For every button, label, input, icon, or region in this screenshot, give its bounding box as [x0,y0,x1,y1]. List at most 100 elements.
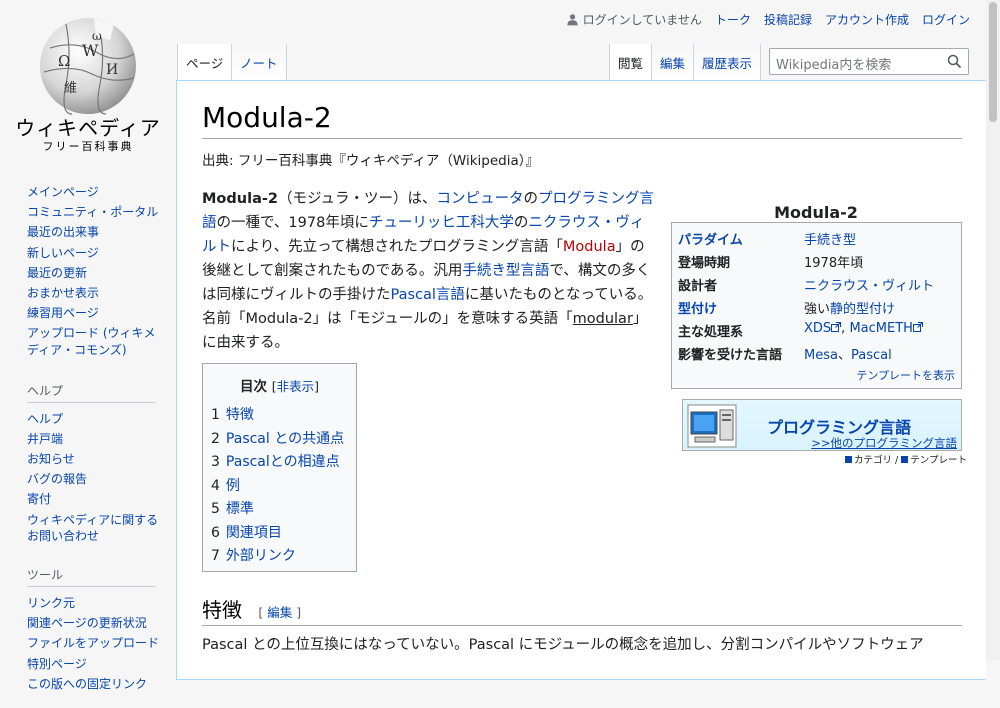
section-paragraph: Pascal との上位互換にはなっていない。Pascal にモジュールの概念を追… [202,637,924,653]
toc-item[interactable]: 2 Pascal との共通点 [211,428,356,452]
toc-item-number: 2 [211,430,220,447]
sidebar-item-village-pump[interactable]: 井戸端 [27,431,167,447]
tab-edit[interactable]: 編集 [651,44,695,80]
tab-history[interactable]: 履歴表示 [693,44,762,80]
lead-paragraph: Modula-2（モジュラ・ツー）は、コンピュータのプログラミング言語の一種で、… [202,187,657,355]
sidebar-item-random-page[interactable]: おまかせ表示 [27,285,167,301]
sidebar-item-help[interactable]: ヘルプ [27,411,167,427]
toc-item-label[interactable]: 外部リンク [226,548,296,564]
sidebar-item-current-events[interactable]: 最近の出来事 [27,224,167,240]
link-static-typing[interactable]: 静的型付け [830,302,895,317]
sidebar-item-upload-file[interactable]: ファイルをアップロード [27,635,167,651]
infobox-label-typing[interactable]: 型付け [678,298,717,317]
toc-item[interactable]: 1 特徴 [211,404,356,428]
link-mesa[interactable]: Mesa [804,348,838,363]
infobox-value-designer[interactable]: ニクラウス・ヴィルト [804,275,934,294]
toc-item-label[interactable]: Pascalとの相違点 [226,454,340,470]
toc-item-number: 3 [211,454,220,470]
sidebar-item-main-page[interactable]: メインページ [27,184,167,200]
puzzle-globe-icon: Ω W И 維 ω [40,18,136,115]
link-procedural-language[interactable]: 手続き型言語 [462,263,549,279]
link-pascal-language[interactable]: Pascal言語 [391,287,465,303]
toc-item[interactable]: 3 Pascalとの相違点 [211,451,356,475]
sidebar-item-new-pages[interactable]: 新しいページ [27,245,167,261]
toc-item-label[interactable]: 標準 [226,501,254,517]
login-link[interactable]: ログイン [922,11,970,28]
logo-wordmark: ウィキペディア [15,116,161,140]
sidebar-item-upload-commons[interactable]: アップロード (ウィキメディア・コモンズ) [27,325,167,357]
section-heading: 特徴 [ 編集 ] [202,594,962,626]
tab-read[interactable]: 閲覧 [609,44,653,80]
tab-read-label: 閲覧 [618,56,644,71]
create-account-link[interactable]: アカウント作成 [825,11,909,28]
sidebar-item-sandbox[interactable]: 練習用ページ [27,305,167,321]
toc-item-number: 4 [211,477,220,494]
login-status: ログインしていません [566,11,702,28]
scrollbar-thumb[interactable] [989,2,997,122]
infobox-value-typing: 強い静的型付け [804,298,895,317]
section-heading-text: 特徴 [202,598,242,622]
infobox-label-paradigm[interactable]: パラダイム [678,229,743,248]
tab-talk[interactable]: ノート [231,44,287,80]
tab-page[interactable]: ページ [177,44,233,80]
toc-item-number: 7 [211,548,220,564]
toc-item-label[interactable]: 例 [226,478,240,494]
lead-text: の [523,191,538,207]
infobox-value-paradigm[interactable]: 手続き型 [804,229,856,248]
external-link-icon [831,322,842,332]
lead-subject: Modula-2 [202,191,278,207]
toc-item-label[interactable]: Pascal との共通点 [226,431,344,447]
search-icon[interactable] [947,54,962,69]
link-pascal[interactable]: Pascal [851,348,892,363]
sidebar-item-special-pages[interactable]: 特別ページ [27,656,167,672]
sidebar-item-contact[interactable]: ウィキペディアに関するお問い合わせ [27,512,167,544]
contributions-link[interactable]: 投稿記録 [764,11,812,28]
portal-other-languages-link[interactable]: >>他のプログラミング言語 [811,435,957,451]
toc-item[interactable]: 7 外部リンク [211,545,356,569]
external-link-icon [912,322,923,332]
link-computer[interactable]: コンピュータ [436,191,523,207]
infobox-value-implementations: XDS, MacMETH [804,321,923,336]
sidebar-item-community-portal[interactable]: コミュニティ・ポータル [27,204,167,220]
tab-page-label: ページ [186,56,224,71]
sidebar-tools-heading: ツール [27,566,155,587]
scrollbar[interactable] [986,0,1000,660]
svg-text:Ω: Ω [58,52,70,70]
toc-item-label[interactable]: 関連項目 [226,525,282,541]
link-macmeth[interactable]: MacMETH [849,321,912,336]
sidebar-item-recent-changes[interactable]: 最近の更新 [27,265,167,281]
site-logo[interactable]: Ω W И 維 ω ウィキペディア フリー百科事典 [0,0,176,160]
toc-item-label[interactable]: 特徴 [226,407,254,423]
sidebar-item-what-links-here[interactable]: リンク元 [27,595,167,611]
sidebar-item-related-changes[interactable]: 関連ページの更新状況 [27,615,167,631]
sidebar-help: ヘルプ ヘルプ 井戸端 お知らせ バグの報告 寄付 ウィキペディアに関するお問い… [27,382,167,544]
toc-item[interactable]: 4例 [211,475,356,499]
sidebar-item-notices[interactable]: お知らせ [27,451,167,467]
user-icon [566,14,578,26]
link-xds[interactable]: XDS [804,321,831,336]
sidebar-item-permanent-link[interactable]: この版への固定リンク [27,676,167,692]
link-eth-zurich[interactable]: チューリッヒ工科大学 [369,215,514,231]
tab-talk-label: ノート [240,56,278,71]
talk-link[interactable]: トーク [715,11,751,28]
login-status-text: ログインしていません [582,13,702,27]
toc-item[interactable]: 5 標準 [211,498,356,522]
link-modula[interactable]: Modula [563,239,616,255]
section-edit: [ 編集 ] [258,605,302,620]
portal-slash: / [892,455,902,466]
lead-text: の [513,215,529,231]
view-template-link[interactable]: テンプレートを表示 [856,367,955,383]
portal-links: カテゴリ / テンプレート [845,452,967,466]
sidebar-navigation: メインページ コミュニティ・ポータル 最近の出来事 新しいページ 最近の更新 お… [27,184,167,358]
sidebar-item-donate[interactable]: 寄付 [27,491,167,507]
toc-item[interactable]: 6 関連項目 [211,522,356,546]
toc-item-number: 6 [211,524,220,541]
search-input[interactable]: Wikipedia内を検索 [769,48,969,75]
toc-hide-link[interactable]: 非表示 [277,379,315,394]
portal-template-link[interactable]: テンプレート [910,455,967,466]
portal-category-link[interactable]: カテゴリ [854,455,892,466]
sidebar-item-bug-report[interactable]: バグの報告 [27,471,167,487]
square-bullet-icon [901,456,909,463]
section-edit-link[interactable]: 編集 [267,605,292,620]
toc-item-number: 1 [211,407,220,423]
